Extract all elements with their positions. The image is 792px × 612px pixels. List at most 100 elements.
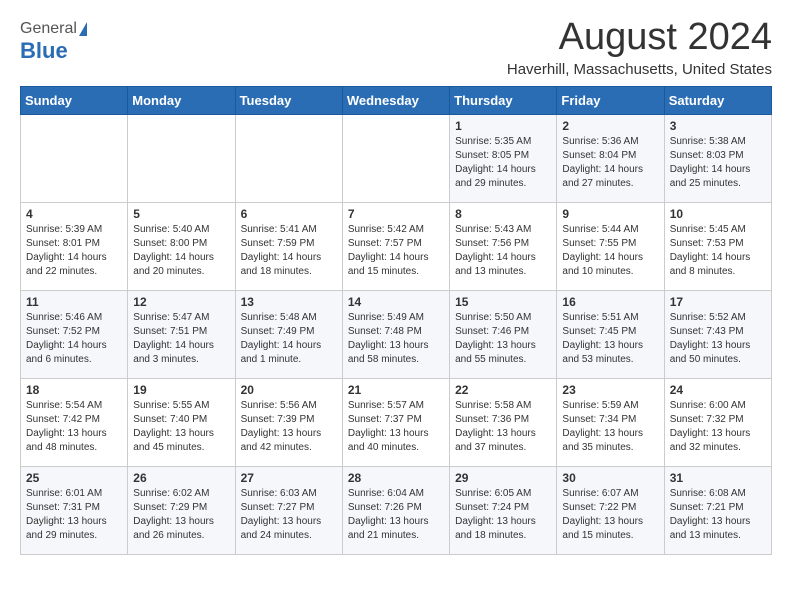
calendar-cell: 21 Sunrise: 5:57 AM Sunset: 7:37 PM Dayli…: [342, 379, 449, 467]
day-info: Sunrise: 6:05 AM Sunset: 7:24 PM Dayligh…: [455, 487, 551, 543]
calendar-cell: 27 Sunrise: 6:03 AM Sunset: 7:27 PM Dayli…: [235, 467, 342, 555]
calendar-cell: 26 Sunrise: 6:02 AM Sunset: 7:29 PM Dayli…: [128, 467, 235, 555]
calendar-cell: 6 Sunrise: 5:41 AM Sunset: 7:59 PM Daylig…: [235, 203, 342, 291]
calendar-cell: [235, 115, 342, 203]
calendar-cell: [21, 115, 128, 203]
calendar-cell: 20 Sunrise: 5:56 AM Sunset: 7:39 PM Dayli…: [235, 379, 342, 467]
day-info: Sunrise: 5:35 AM Sunset: 8:05 PM Dayligh…: [455, 135, 551, 191]
day-info: Sunrise: 5:38 AM Sunset: 8:03 PM Dayligh…: [670, 135, 766, 191]
day-number: 12: [133, 295, 229, 309]
day-info: Sunrise: 6:01 AM Sunset: 7:31 PM Dayligh…: [26, 487, 122, 543]
day-number: 5: [133, 207, 229, 221]
day-info: Sunrise: 5:41 AM Sunset: 7:59 PM Dayligh…: [241, 223, 337, 279]
calendar-cell: 1 Sunrise: 5:35 AM Sunset: 8:05 PM Daylig…: [450, 115, 557, 203]
title-section: August 2024 Haverhill, Massachusetts, Un…: [507, 16, 772, 78]
day-number: 30: [562, 471, 658, 485]
day-number: 19: [133, 383, 229, 397]
calendar-cell: 11Sunrise: 5:46 AM Sunset: 7:52 PM Dayli…: [21, 291, 128, 379]
day-info: Sunrise: 5:47 AM Sunset: 7:51 PM Dayligh…: [133, 311, 229, 367]
calendar-cell: 10 Sunrise: 5:45 AM Sunset: 7:53 PM Dayli…: [664, 203, 771, 291]
day-number: 29: [455, 471, 551, 485]
day-info: Sunrise: 5:49 AM Sunset: 7:48 PM Dayligh…: [348, 311, 444, 367]
calendar-cell: 31 Sunrise: 6:08 AM Sunset: 7:21 PM Dayli…: [664, 467, 771, 555]
day-number: 10: [670, 207, 766, 221]
day-number: 26: [133, 471, 229, 485]
day-number: 27: [241, 471, 337, 485]
calendar-cell: 23 Sunrise: 5:59 AM Sunset: 7:34 PM Dayli…: [557, 379, 664, 467]
col-header-monday: Monday: [128, 87, 235, 115]
day-info: Sunrise: 5:40 AM Sunset: 8:00 PM Dayligh…: [133, 223, 229, 279]
day-info: Sunrise: 5:56 AM Sunset: 7:39 PM Dayligh…: [241, 399, 337, 455]
day-number: 1: [455, 119, 551, 133]
day-number: 17: [670, 295, 766, 309]
day-info: Sunrise: 6:07 AM Sunset: 7:22 PM Dayligh…: [562, 487, 658, 543]
calendar-week-0: 1 Sunrise: 5:35 AM Sunset: 8:05 PM Daylig…: [21, 115, 772, 203]
day-number: 28: [348, 471, 444, 485]
day-info: Sunrise: 5:36 AM Sunset: 8:04 PM Dayligh…: [562, 135, 658, 191]
day-info: Sunrise: 5:39 AM Sunset: 8:01 PM Dayligh…: [26, 223, 122, 279]
day-number: 4: [26, 207, 122, 221]
day-info: Sunrise: 5:42 AM Sunset: 7:57 PM Dayligh…: [348, 223, 444, 279]
calendar-cell: 8 Sunrise: 5:43 AM Sunset: 7:56 PM Daylig…: [450, 203, 557, 291]
calendar-cell: 25 Sunrise: 6:01 AM Sunset: 7:31 PM Dayli…: [21, 467, 128, 555]
day-info: Sunrise: 5:57 AM Sunset: 7:37 PM Dayligh…: [348, 399, 444, 455]
day-number: 18: [26, 383, 122, 397]
calendar-cell: 19 Sunrise: 5:55 AM Sunset: 7:40 PM Dayli…: [128, 379, 235, 467]
day-number: 24: [670, 383, 766, 397]
calendar-cell: 29 Sunrise: 6:05 AM Sunset: 7:24 PM Dayli…: [450, 467, 557, 555]
day-number: 2: [562, 119, 658, 133]
day-number: 9: [562, 207, 658, 221]
day-number: 31: [670, 471, 766, 485]
calendar-cell: [128, 115, 235, 203]
calendar-cell: 15Sunrise: 5:50 AM Sunset: 7:46 PM Dayli…: [450, 291, 557, 379]
calendar-week-4: 25 Sunrise: 6:01 AM Sunset: 7:31 PM Dayli…: [21, 467, 772, 555]
day-number: 22: [455, 383, 551, 397]
calendar-week-1: 4 Sunrise: 5:39 AM Sunset: 8:01 PM Daylig…: [21, 203, 772, 291]
day-info: Sunrise: 5:55 AM Sunset: 7:40 PM Dayligh…: [133, 399, 229, 455]
logo-general-text: General: [20, 20, 77, 38]
day-info: Sunrise: 6:04 AM Sunset: 7:26 PM Dayligh…: [348, 487, 444, 543]
calendar-week-2: 11Sunrise: 5:46 AM Sunset: 7:52 PM Dayli…: [21, 291, 772, 379]
day-number: 13: [241, 295, 337, 309]
col-header-saturday: Saturday: [664, 87, 771, 115]
calendar-cell: 17 Sunrise: 5:52 AM Sunset: 7:43 PM Dayli…: [664, 291, 771, 379]
col-header-thursday: Thursday: [450, 87, 557, 115]
col-header-friday: Friday: [557, 87, 664, 115]
day-info: Sunrise: 5:45 AM Sunset: 7:53 PM Dayligh…: [670, 223, 766, 279]
calendar-cell: 13Sunrise: 5:48 AM Sunset: 7:49 PM Dayli…: [235, 291, 342, 379]
day-number: 21: [348, 383, 444, 397]
page-header: General Blue August 2024 Haverhill, Mass…: [20, 16, 772, 78]
day-info: Sunrise: 5:51 AM Sunset: 7:45 PM Dayligh…: [562, 311, 658, 367]
day-number: 8: [455, 207, 551, 221]
day-number: 3: [670, 119, 766, 133]
day-info: Sunrise: 5:52 AM Sunset: 7:43 PM Dayligh…: [670, 311, 766, 367]
col-header-wednesday: Wednesday: [342, 87, 449, 115]
day-info: Sunrise: 5:59 AM Sunset: 7:34 PM Dayligh…: [562, 399, 658, 455]
day-info: Sunrise: 6:02 AM Sunset: 7:29 PM Dayligh…: [133, 487, 229, 543]
location-subtitle: Haverhill, Massachusetts, United States: [507, 61, 772, 78]
calendar-cell: 5 Sunrise: 5:40 AM Sunset: 8:00 PM Daylig…: [128, 203, 235, 291]
day-number: 6: [241, 207, 337, 221]
day-info: Sunrise: 6:03 AM Sunset: 7:27 PM Dayligh…: [241, 487, 337, 543]
calendar-cell: 3 Sunrise: 5:38 AM Sunset: 8:03 PM Daylig…: [664, 115, 771, 203]
day-info: Sunrise: 5:58 AM Sunset: 7:36 PM Dayligh…: [455, 399, 551, 455]
day-number: 20: [241, 383, 337, 397]
calendar-cell: 24 Sunrise: 6:00 AM Sunset: 7:32 PM Dayli…: [664, 379, 771, 467]
calendar-cell: [342, 115, 449, 203]
day-number: 25: [26, 471, 122, 485]
calendar-cell: 16Sunrise: 5:51 AM Sunset: 7:45 PM Dayli…: [557, 291, 664, 379]
calendar-cell: 4 Sunrise: 5:39 AM Sunset: 8:01 PM Daylig…: [21, 203, 128, 291]
day-info: Sunrise: 5:43 AM Sunset: 7:56 PM Dayligh…: [455, 223, 551, 279]
calendar-week-3: 18Sunrise: 5:54 AM Sunset: 7:42 PM Dayli…: [21, 379, 772, 467]
day-info: Sunrise: 6:08 AM Sunset: 7:21 PM Dayligh…: [670, 487, 766, 543]
calendar-cell: 2 Sunrise: 5:36 AM Sunset: 8:04 PM Daylig…: [557, 115, 664, 203]
calendar-cell: 12 Sunrise: 5:47 AM Sunset: 7:51 PM Dayli…: [128, 291, 235, 379]
calendar-cell: 14Sunrise: 5:49 AM Sunset: 7:48 PM Dayli…: [342, 291, 449, 379]
calendar-cell: 22 Sunrise: 5:58 AM Sunset: 7:36 PM Dayli…: [450, 379, 557, 467]
day-number: 23: [562, 383, 658, 397]
day-info: Sunrise: 6:00 AM Sunset: 7:32 PM Dayligh…: [670, 399, 766, 455]
calendar-table: SundayMondayTuesdayWednesdayThursdayFrid…: [20, 86, 772, 555]
calendar-cell: 18Sunrise: 5:54 AM Sunset: 7:42 PM Dayli…: [21, 379, 128, 467]
calendar-cell: 7Sunrise: 5:42 AM Sunset: 7:57 PM Daylig…: [342, 203, 449, 291]
calendar-header-row: SundayMondayTuesdayWednesdayThursdayFrid…: [21, 87, 772, 115]
